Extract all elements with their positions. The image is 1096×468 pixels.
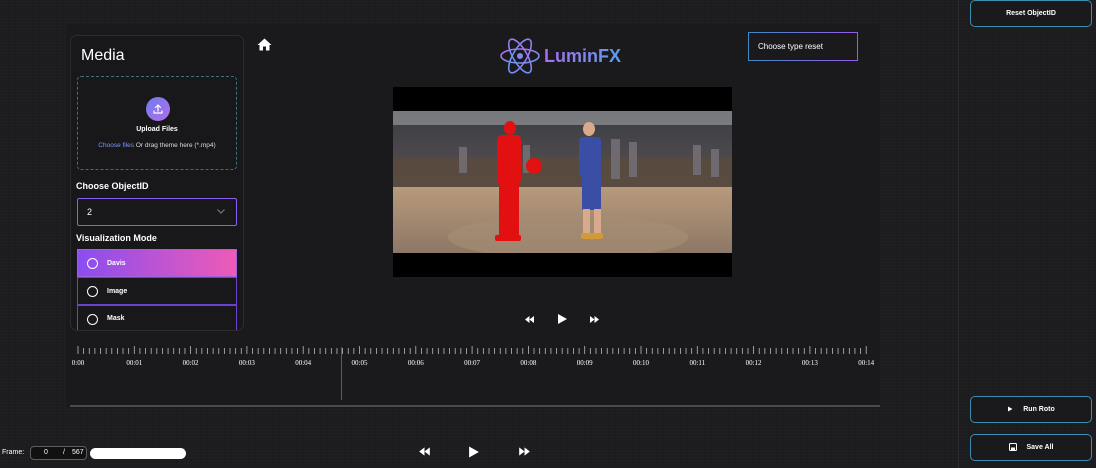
fast-forward-icon[interactable] <box>589 312 600 330</box>
media-title: Media <box>81 47 125 64</box>
timeline-tick-label: 00:02 <box>182 359 199 367</box>
video-preview[interactable] <box>393 87 732 277</box>
timeline-tick-label: 00:09 <box>576 359 593 367</box>
radio-icon <box>87 258 98 269</box>
reset-type-select[interactable]: Choose type reset <box>748 32 858 61</box>
mode-option-davis[interactable]: Davis <box>77 249 237 277</box>
reset-objectid-button[interactable]: Reset ObjectID <box>970 0 1092 27</box>
timeline-tick-label: 00:06 <box>407 359 424 367</box>
reset-objectid-label: Reset ObjectID <box>1006 10 1056 17</box>
upload-dropzone[interactable]: Upload Files Choose files Or drag theme … <box>77 76 237 170</box>
save-all-label: Save All <box>1026 444 1054 451</box>
logo-icon <box>500 38 540 74</box>
play-icon[interactable] <box>557 312 568 330</box>
timeline-tick-label: 00:04 <box>295 359 312 367</box>
radio-icon <box>87 286 98 297</box>
playhead[interactable] <box>341 347 342 400</box>
timeline-tick-label: 00:11 <box>689 359 706 367</box>
timeline-tick-label: 00:05 <box>351 359 368 367</box>
run-roto-label: Run Roto <box>1023 406 1055 413</box>
frame-current[interactable]: 0 <box>44 449 48 456</box>
media-panel: Media Upload Files Choose files Or drag … <box>70 35 244 331</box>
mode-label: Image <box>107 287 128 295</box>
frame-counter[interactable]: 0 / 567 <box>30 446 87 460</box>
rewind-icon[interactable] <box>524 312 535 330</box>
play-icon[interactable] <box>468 445 480 464</box>
run-roto-button[interactable]: Run Roto <box>970 396 1092 423</box>
play-small-icon <box>1007 406 1013 414</box>
vis-mode-label: Visualization Mode <box>76 233 157 243</box>
save-icon <box>1008 442 1017 453</box>
app-logo: LuminFX <box>498 34 621 78</box>
chevron-down-icon <box>216 206 226 218</box>
frame-slider[interactable] <box>90 448 186 459</box>
home-icon[interactable] <box>257 38 272 56</box>
save-all-button[interactable]: Save All <box>970 434 1092 461</box>
timeline-tick-label: 00:07 <box>464 359 481 367</box>
logo-text: LuminFX <box>544 45 621 66</box>
radio-icon <box>87 314 98 325</box>
choose-files-link[interactable]: Choose files <box>98 142 134 149</box>
frame-label: Frame: <box>2 449 25 456</box>
mode-option-mask[interactable]: Mask <box>77 305 237 330</box>
timeline-track[interactable] <box>70 405 880 407</box>
timeline-ruler <box>77 346 867 354</box>
timeline-tick-label: 00:10 <box>633 359 649 367</box>
timeline-tick-label: 00:03 <box>238 359 255 367</box>
upload-hint: Choose files Or drag theme here (*.mp4) <box>78 142 236 149</box>
fast-forward-icon[interactable] <box>518 445 531 463</box>
rewind-icon[interactable] <box>418 445 431 463</box>
upload-hint-text: Or drag theme here (*.mp4) <box>134 142 216 149</box>
timeline-tick-label: 00:13 <box>801 359 818 367</box>
object-id-select[interactable]: 2 <box>77 198 237 226</box>
choose-object-label: Choose ObjectID <box>76 181 149 191</box>
timeline[interactable]: 0:00 00:01 00:02 00:03 00:04 00:05 00:06 00:07 0… <box>70 345 880 405</box>
timeline-tick-label: 00:14 <box>858 359 875 367</box>
mode-option-image[interactable]: Image <box>77 277 237 305</box>
timeline-tick-label: 0:00 <box>71 359 85 367</box>
mode-label: Davis <box>107 259 126 267</box>
upload-label: Upload Files <box>136 126 178 133</box>
sidebar-divider <box>958 0 959 468</box>
frame-separator: / <box>63 449 65 456</box>
mode-label: Mask <box>107 314 125 322</box>
video-frame <box>393 87 732 277</box>
frame-total: 567 <box>72 449 84 456</box>
upload-icon[interactable] <box>146 97 170 121</box>
object-id-value: 2 <box>87 207 93 217</box>
timeline-tick-label: 00:01 <box>126 359 143 367</box>
timeline-tick-label: 00:12 <box>745 359 762 367</box>
timeline-tick-label: 00:08 <box>520 359 537 367</box>
